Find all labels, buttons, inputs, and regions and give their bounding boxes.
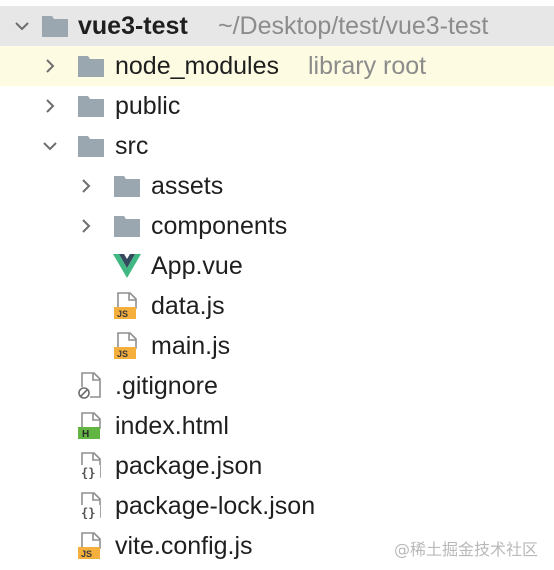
folder-icon	[76, 51, 106, 81]
svg-text:{}: {}	[81, 466, 95, 480]
tree-row-src[interactable]: src	[0, 126, 554, 166]
ignore-file-icon	[76, 371, 106, 401]
tree-item-label: node_modules	[115, 52, 280, 80]
tree-item-label: public	[115, 92, 181, 120]
tree-row-package-json[interactable]: {} package.json	[0, 446, 554, 486]
chevron-down-icon[interactable]	[12, 16, 32, 36]
js-file-icon: JS	[76, 531, 106, 561]
tree-item-label: vite.config.js	[115, 532, 253, 560]
chevron-right-icon[interactable]	[76, 176, 96, 196]
tree-item-label: assets	[151, 172, 224, 200]
html-file-icon: H	[76, 411, 106, 441]
tree-item-label: data.js	[151, 292, 225, 320]
tree-row-main-js[interactable]: JS main.js	[0, 326, 554, 366]
chevron-right-icon[interactable]	[40, 96, 60, 116]
tree-row-index-html[interactable]: H index.html	[0, 406, 554, 446]
library-root-hint: library root	[308, 52, 427, 80]
js-file-icon: JS	[112, 331, 142, 361]
tree-row-assets[interactable]: assets	[0, 166, 554, 206]
tree-row-node-modules[interactable]: node_modules library root	[0, 46, 554, 86]
folder-icon	[76, 91, 106, 121]
tree-row-app-vue[interactable]: App.vue	[0, 246, 554, 286]
tree-item-label: package-lock.json	[115, 492, 316, 520]
tree-item-label: components	[151, 212, 288, 240]
tree-row-components[interactable]: components	[0, 206, 554, 246]
project-name: vue3-test	[78, 12, 188, 40]
svg-text:{}: {}	[81, 506, 95, 520]
tree-row-public[interactable]: public	[0, 86, 554, 126]
tree-item-label: App.vue	[151, 252, 243, 280]
tree-row-data-js[interactable]: JS data.js	[0, 286, 554, 326]
folder-icon	[112, 171, 142, 201]
json-file-icon: {}	[76, 491, 106, 521]
tree-item-label: index.html	[115, 412, 229, 440]
project-path: ~/Desktop/test/vue3-test	[218, 12, 489, 40]
svg-text:JS: JS	[117, 349, 128, 359]
svg-text:JS: JS	[117, 309, 128, 319]
js-file-icon: JS	[112, 291, 142, 321]
watermark: @稀土掘金技术社区	[393, 540, 538, 559]
tree-row-gitignore[interactable]: .gitignore	[0, 366, 554, 406]
json-file-icon: {}	[76, 451, 106, 481]
project-tree: vue3-test ~/Desktop/test/vue3-test node_…	[0, 0, 554, 570]
folder-icon	[76, 131, 106, 161]
svg-text:JS: JS	[81, 549, 92, 559]
folder-icon	[40, 11, 70, 41]
vue-file-icon	[112, 251, 142, 281]
tree-row-root[interactable]: vue3-test ~/Desktop/test/vue3-test	[0, 6, 554, 46]
tree-item-label: .gitignore	[115, 372, 218, 400]
svg-text:H: H	[82, 429, 89, 440]
chevron-right-icon[interactable]	[40, 56, 60, 76]
tree-row-package-lock-json[interactable]: {} package-lock.json	[0, 486, 554, 526]
tree-item-label: main.js	[151, 332, 231, 360]
tree-item-label: package.json	[115, 452, 263, 480]
chevron-right-icon[interactable]	[76, 216, 96, 236]
tree-item-label: src	[115, 132, 149, 160]
folder-icon	[112, 211, 142, 241]
chevron-down-icon[interactable]	[40, 136, 60, 156]
